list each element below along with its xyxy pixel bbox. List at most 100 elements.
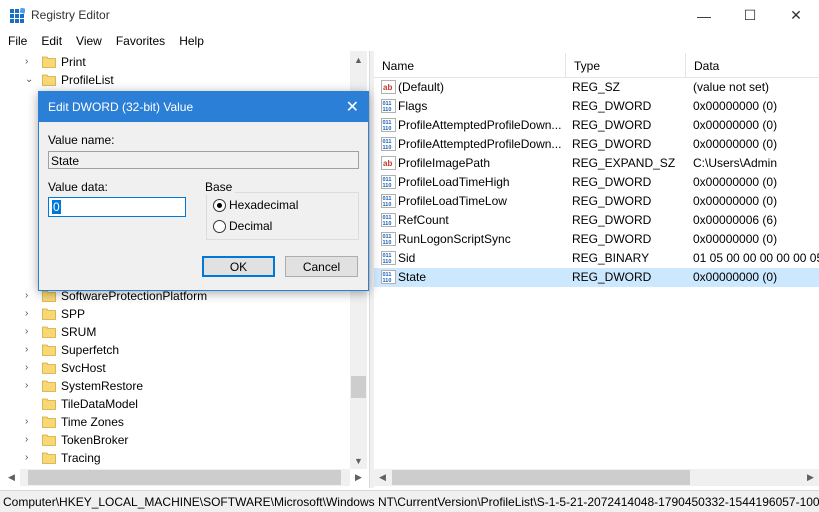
radio-hexadecimal-label[interactable]: Hexadecimal (229, 198, 298, 212)
value-type: REG_DWORD (572, 137, 652, 151)
value-data: 0x00000000 (0) (693, 194, 778, 208)
value-row[interactable]: 011 110 RunLogonScriptSync REG_DWORD 0x00000… (374, 230, 819, 249)
tree-horizontal-scrollbar[interactable]: ◀ ▶ (8, 469, 362, 486)
radio-decimal-label[interactable]: Decimal (229, 219, 272, 233)
menu-edit[interactable]: Edit (34, 31, 69, 51)
column-header-name[interactable]: Name (374, 53, 566, 78)
scroll-thumb[interactable] (351, 376, 366, 398)
value-type: REG_DWORD (572, 175, 652, 189)
value-name: ProfileAttemptedProfileDown... (398, 137, 562, 151)
binary-value-icon: 011110 (381, 213, 396, 227)
column-header-data[interactable]: Data (686, 53, 819, 78)
value-type: REG_DWORD (572, 118, 652, 132)
tree-item[interactable]: › SystemRestore (0, 377, 350, 395)
svg-text:110: 110 (383, 221, 392, 227)
folder-icon (42, 380, 56, 392)
tree-item[interactable]: › SvcHost (0, 359, 350, 377)
svg-text:110: 110 (383, 240, 392, 246)
value-row[interactable]: ab (Default) REG_SZ (value not set) (374, 78, 819, 97)
folder-icon (42, 308, 56, 320)
value-name: ProfileLoadTimeLow (398, 194, 507, 208)
svg-text:110: 110 (383, 278, 392, 284)
binary-value-icon: 011110 (381, 251, 396, 265)
menu-file[interactable]: File (0, 31, 34, 51)
tree-item[interactable]: ⌄ ProfileList (0, 71, 350, 89)
value-data: 0x00000000 (0) (693, 99, 778, 113)
tree-item-label: Superfetch (61, 343, 120, 357)
radio-decimal[interactable] (213, 220, 226, 233)
value-row[interactable]: 011 110 State REG_DWORD 0x00000000 (0) (374, 268, 819, 287)
scroll-thumb[interactable] (392, 470, 690, 485)
chevron-right-icon[interactable]: › (25, 326, 35, 338)
tree-item[interactable]: › SRUM (0, 323, 350, 341)
tree-item[interactable]: › Superfetch (0, 341, 350, 359)
value-row[interactable]: 011 110 ProfileAttemptedProfileDown... REG_… (374, 116, 819, 135)
value-type: REG_EXPAND_SZ (572, 156, 676, 170)
folder-icon (42, 434, 56, 446)
chevron-right-icon[interactable]: › (25, 380, 35, 392)
tree-item-label: SPP (61, 307, 86, 321)
scroll-down-arrow-icon[interactable]: ▼ (350, 452, 367, 469)
value-type: REG_SZ (572, 80, 621, 94)
close-button[interactable]: ✕ (773, 0, 819, 31)
scroll-up-arrow-icon[interactable]: ▲ (350, 51, 367, 68)
value-row[interactable]: 011 110 ProfileLoadTimeLow REG_DWORD 0x00000… (374, 192, 819, 211)
tree-item[interactable]: TileDataModel (0, 395, 350, 413)
chevron-down-icon[interactable]: ⌄ (25, 74, 35, 86)
svg-text:ab: ab (383, 159, 392, 168)
values-horizontal-scrollbar[interactable]: ◀ ▶ (374, 469, 819, 486)
chevron-right-icon[interactable]: › (25, 308, 35, 320)
tree-item-label: TileDataModel (61, 397, 138, 411)
registry-path: Computer\HKEY_LOCAL_MACHINE\SOFTWARE\Mic… (3, 495, 819, 509)
chevron-right-icon[interactable]: › (25, 362, 35, 374)
folder-icon (42, 398, 56, 410)
ok-button[interactable]: OK (202, 256, 275, 277)
cancel-button[interactable]: Cancel (285, 256, 358, 277)
minimize-button[interactable]: — (681, 0, 727, 31)
dialog-title-bar[interactable]: Edit DWORD (32-bit) Value ✕ (39, 92, 368, 122)
tree-item[interactable]: › TokenBroker (0, 431, 350, 449)
menu-help[interactable]: Help (172, 31, 211, 51)
scroll-left-arrow-icon[interactable]: ◀ (3, 469, 20, 486)
value-name-field: State (48, 151, 359, 169)
value-data-text: 0 (52, 200, 61, 214)
string-value-icon: ab (381, 156, 396, 170)
chevron-right-icon[interactable]: › (25, 452, 35, 464)
value-row[interactable]: 011 110 RefCount REG_DWORD 0x00000006 (6) (374, 211, 819, 230)
binary-value-icon: 011110 (381, 99, 396, 113)
scroll-right-arrow-icon[interactable]: ▶ (802, 469, 819, 486)
chevron-right-icon[interactable]: › (25, 434, 35, 446)
tree-item[interactable]: › Print (0, 53, 350, 71)
scroll-left-arrow-icon[interactable]: ◀ (374, 469, 391, 486)
value-row[interactable]: 011 110 Sid REG_BINARY 01 05 00 00 00 00 00 … (374, 249, 819, 268)
maximize-button[interactable]: ☐ (727, 0, 773, 31)
radio-hexadecimal[interactable] (213, 199, 226, 212)
value-name-label: Value name: (48, 133, 115, 147)
title-bar[interactable]: Registry Editor — ☐ ✕ (0, 0, 819, 31)
menu-favorites[interactable]: Favorites (109, 31, 172, 51)
chevron-right-icon[interactable]: › (25, 56, 35, 68)
value-name: State (398, 270, 427, 284)
registry-editor-icon (10, 8, 25, 23)
chevron-right-icon[interactable]: › (25, 290, 35, 302)
tree-item[interactable]: › Tracing (0, 449, 350, 467)
value-data: 0x00000000 (0) (693, 270, 778, 284)
values-list[interactable]: Name Type Data ab (Default) REG_SZ (value n… (374, 51, 819, 488)
value-row[interactable]: 011 110 ProfileLoadTimeHigh REG_DWORD 0x0000… (374, 173, 819, 192)
menu-view[interactable]: View (69, 31, 109, 51)
chevron-right-icon[interactable]: › (25, 416, 35, 428)
scroll-right-arrow-icon[interactable]: ▶ (350, 469, 367, 486)
dialog-close-icon[interactable]: ✕ (346, 97, 359, 117)
scroll-thumb[interactable] (28, 470, 341, 485)
tree-item[interactable]: › SPP (0, 305, 350, 323)
svg-text:ab: ab (383, 83, 392, 92)
base-label: Base (205, 180, 236, 194)
value-data-input[interactable]: 0 (48, 197, 186, 217)
value-row[interactable]: ab ProfileImagePath REG_EXPAND_SZ C:\Users\… (374, 154, 819, 173)
tree-item[interactable]: › Time Zones (0, 413, 350, 431)
value-type: REG_DWORD (572, 213, 652, 227)
value-row[interactable]: 011 110 Flags REG_DWORD 0x00000000 (0) (374, 97, 819, 116)
value-row[interactable]: 011 110 ProfileAttemptedProfileDown... REG_… (374, 135, 819, 154)
chevron-right-icon[interactable]: › (25, 344, 35, 356)
column-header-type[interactable]: Type (566, 53, 686, 78)
